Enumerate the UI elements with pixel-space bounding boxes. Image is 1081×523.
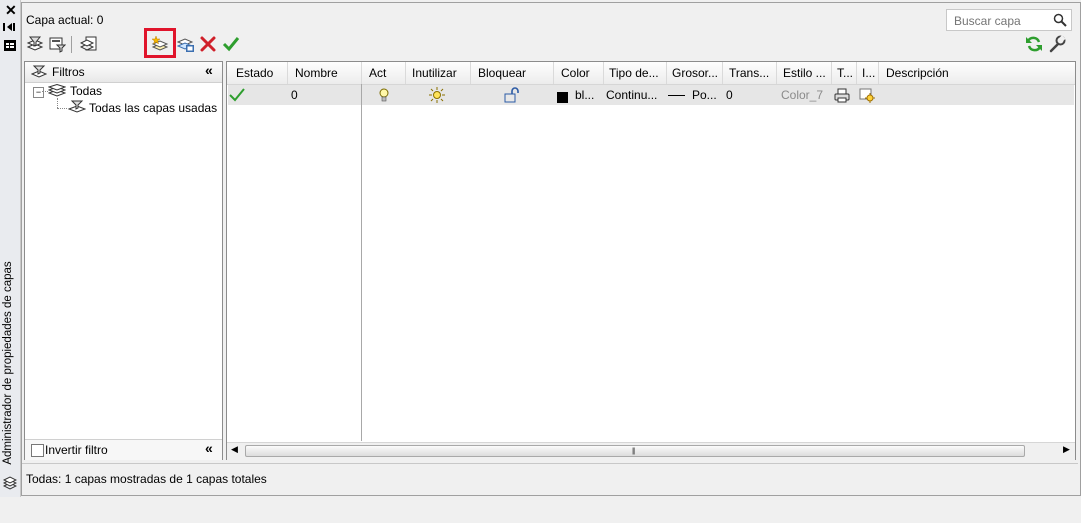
frozen-column-divider — [361, 84, 362, 441]
layer-color[interactable]: bl... — [575, 85, 594, 105]
status-bar-text: Todas: 1 capas mostradas de 1 capas tota… — [26, 472, 267, 486]
printer-icon[interactable] — [834, 88, 850, 103]
column-header-descripcion[interactable]: Descripción — [879, 62, 1075, 84]
tree-connector — [57, 98, 58, 108]
palette-title-bar[interactable]: ✕ Administrador de propiedades de capas — [0, 0, 21, 497]
scrollbar-thumb[interactable]: ||| — [245, 445, 1025, 457]
layer-plot-style[interactable]: Color_7 — [781, 85, 823, 105]
column-header-estado[interactable]: Estado — [227, 62, 288, 84]
filters-footer: Invertir filtro « — [25, 439, 222, 460]
palette-title: Administrador de propiedades de capas — [2, 261, 14, 465]
horizontal-scrollbar[interactable]: ◀ ||| ▶ — [227, 442, 1075, 460]
layer-lineweight[interactable]: Po... — [692, 85, 717, 105]
new-property-filter-icon[interactable] — [26, 35, 44, 53]
current-layer-check-icon — [229, 88, 245, 102]
set-current-icon[interactable] — [222, 35, 240, 53]
new-vp-freeze-icon[interactable] — [859, 88, 875, 103]
tree-item-todas[interactable]: Todas — [70, 84, 102, 98]
search-icon[interactable] — [1053, 13, 1067, 27]
scroll-left-icon[interactable]: ◀ — [231, 444, 238, 455]
column-header-inutilizar[interactable]: Inutilizar — [406, 62, 471, 84]
filters-header: Filtros « — [25, 62, 222, 83]
new-group-filter-icon[interactable] — [48, 35, 66, 53]
scroll-right-icon[interactable]: ▶ — [1063, 444, 1070, 455]
tree-item-used-layers[interactable]: Todas las capas usadas — [89, 101, 217, 115]
new-vp-frozen-layer-icon[interactable] — [177, 35, 195, 53]
column-header-estilo[interactable]: Estilo ... — [777, 62, 832, 84]
column-header-bloquear[interactable]: Bloquear — [471, 62, 554, 84]
highlight-box — [144, 28, 176, 58]
column-header-nombre[interactable]: Nombre — [288, 62, 362, 84]
collapse-icon[interactable]: « — [205, 62, 213, 78]
refresh-icon[interactable] — [1025, 35, 1043, 53]
settings-icon[interactable] — [1048, 35, 1066, 53]
filters-title: Filtros — [52, 65, 85, 79]
layers-icon — [3, 476, 17, 490]
invert-filter-label: Invertir filtro — [45, 443, 108, 457]
layer-states-manager-icon[interactable] — [80, 35, 98, 53]
delete-layer-icon[interactable] — [199, 35, 217, 53]
grip-icon: ||| — [632, 448, 636, 455]
search-box[interactable] — [946, 9, 1072, 31]
tree-expander[interactable]: − — [33, 87, 44, 98]
layer-linetype[interactable]: Continu... — [606, 85, 657, 105]
close-icon[interactable]: ✕ — [5, 2, 17, 19]
layer-list: Estado Nombre Act Inutilizar Bloquear Co… — [226, 61, 1076, 460]
layer-transparency[interactable]: 0 — [726, 85, 733, 105]
auto-hide-icon[interactable] — [3, 22, 17, 32]
tree-connector — [57, 108, 67, 109]
layer-name[interactable]: 0 — [291, 85, 298, 105]
unlocked-padlock-icon[interactable] — [504, 87, 520, 103]
lineweight-sample — [668, 95, 685, 96]
invert-filter-checkbox[interactable] — [31, 444, 44, 457]
column-header-row: Estado Nombre Act Inutilizar Bloquear Co… — [227, 62, 1075, 85]
column-header-grosor[interactable]: Grosor... — [667, 62, 723, 84]
column-header-act[interactable]: Act — [362, 62, 406, 84]
column-header-color[interactable]: Color — [554, 62, 604, 84]
column-header-trans[interactable]: Trans... — [723, 62, 777, 84]
status-divider — [22, 463, 1078, 464]
filters-panel: Filtros « − Todas Todas las capas usadas… — [24, 61, 223, 460]
sun-thawed-icon[interactable] — [429, 87, 445, 103]
current-layer-label: Capa actual: 0 — [26, 13, 104, 27]
collapse-icon[interactable]: « — [205, 440, 213, 456]
column-header-tipo[interactable]: Tipo de... — [604, 62, 667, 84]
toolbar-separator — [71, 36, 72, 53]
column-header-inutilizar-nueva[interactable]: I... — [857, 62, 879, 84]
filter-icon — [68, 100, 86, 113]
color-swatch[interactable] — [557, 92, 568, 103]
lightbulb-on-icon[interactable] — [378, 88, 390, 103]
layer-row[interactable]: 0 bl... Continu... Po... 0 Color_7 — [228, 85, 1074, 105]
filter-icon — [31, 65, 47, 78]
properties-icon[interactable] — [4, 40, 16, 51]
search-input[interactable] — [952, 11, 1056, 31]
layers-icon — [48, 84, 66, 97]
column-header-trazar[interactable]: T... — [832, 62, 857, 84]
